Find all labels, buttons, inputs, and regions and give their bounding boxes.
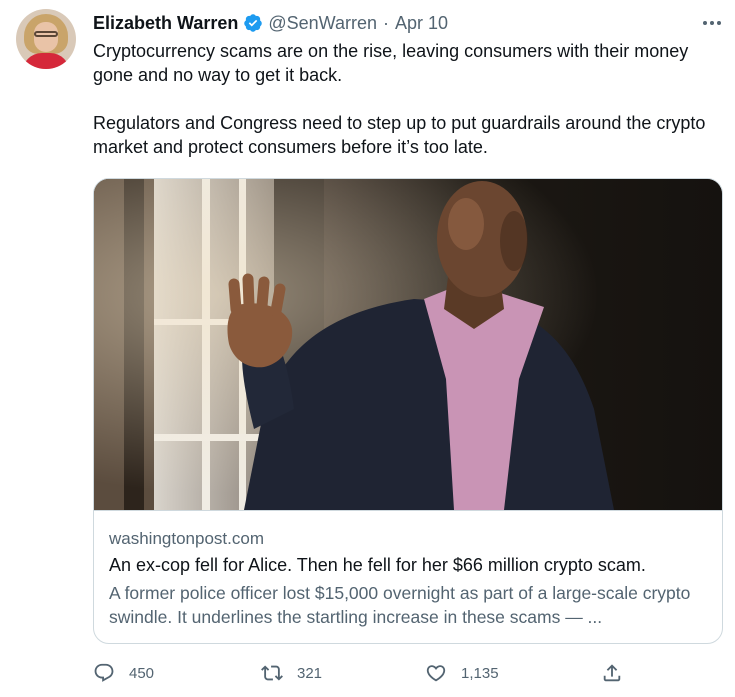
avatar-face	[34, 22, 58, 52]
reply-button[interactable]: 450	[93, 659, 154, 687]
more-dot	[717, 21, 721, 25]
link-card[interactable]: washingtonpost.com An ex-cop fell for Al…	[93, 178, 723, 644]
more-icon[interactable]	[700, 13, 724, 33]
tweet-paragraph: Regulators and Congress need to step up …	[93, 113, 706, 157]
tweet-header: Elizabeth Warren @SenWarren · Apr 10	[93, 11, 448, 35]
tweet-date[interactable]: Apr 10	[395, 13, 448, 34]
card-body[interactable]: washingtonpost.com An ex-cop fell for Al…	[94, 510, 722, 643]
tweet-text: Cryptocurrency scams are on the rise, le…	[93, 39, 723, 159]
card-domain: washingtonpost.com	[109, 529, 264, 548]
reply-icon	[94, 663, 114, 682]
author-handle[interactable]: @SenWarren	[268, 13, 377, 34]
author-avatar[interactable]	[16, 9, 76, 69]
share-button[interactable]	[601, 659, 623, 687]
more-dot	[710, 21, 714, 25]
tweet-paragraph: Cryptocurrency scams are on the rise, le…	[93, 41, 689, 85]
like-count: 1,135	[461, 664, 499, 682]
header-separator: ·	[383, 12, 390, 33]
avatar-glasses	[34, 31, 58, 37]
retweet-button[interactable]: 321	[261, 659, 322, 687]
avatar-shirt	[22, 53, 70, 69]
like-icon	[426, 665, 446, 682]
reply-count: 450	[129, 664, 155, 682]
author-name[interactable]: Elizabeth Warren	[93, 13, 238, 34]
like-button[interactable]: 1,135	[425, 659, 499, 687]
retweet-icon	[261, 665, 283, 681]
card-photo	[94, 179, 722, 510]
share-icon	[603, 664, 621, 682]
retweet-count: 321	[297, 664, 323, 682]
more-dot	[703, 21, 707, 25]
verified-icon	[244, 14, 263, 32]
card-description: A former police officer lost $15,000 ove…	[109, 583, 691, 627]
tweet-actions: 450 321 1,135	[93, 659, 723, 687]
card-image[interactable]	[94, 179, 722, 510]
card-title: An ex-cop fell for Alice. Then he fell f…	[109, 555, 646, 575]
